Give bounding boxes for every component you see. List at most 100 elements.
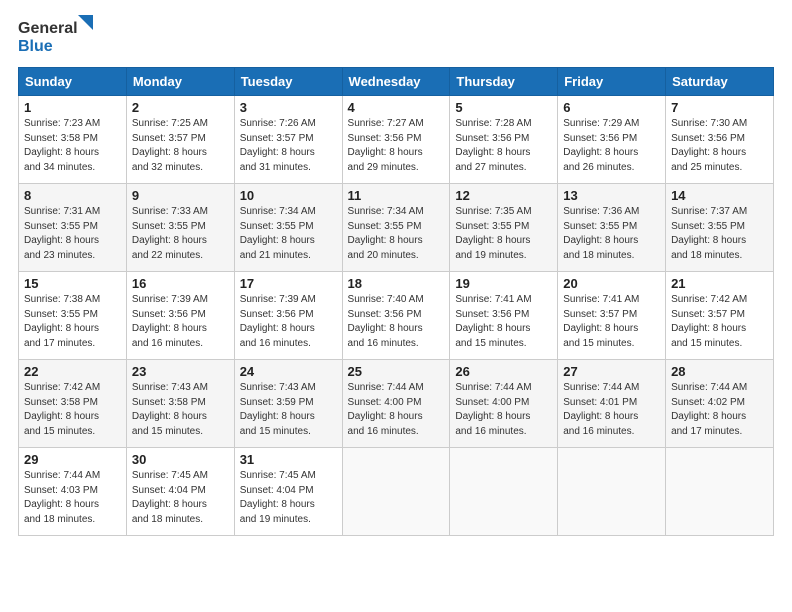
- day-number: 12: [455, 188, 552, 203]
- day-info: Sunrise: 7:39 AMSunset: 3:56 PMDaylight:…: [132, 293, 229, 351]
- day-info: Sunrise: 7:35 AMSunset: 3:55 PMDaylight:…: [455, 205, 552, 263]
- day-info: Sunrise: 7:45 AMSunset: 4:04 PMDaylight:…: [240, 469, 337, 527]
- sunrise-text: Sunrise: 7:41 AM: [563, 294, 639, 305]
- sunrise-text: Sunrise: 7:39 AM: [132, 294, 208, 305]
- sunset-text: Sunset: 3:56 PM: [455, 309, 529, 320]
- day-info: Sunrise: 7:44 AMSunset: 4:00 PMDaylight:…: [455, 381, 552, 439]
- sunrise-text: Sunrise: 7:31 AM: [24, 206, 100, 217]
- col-header-friday: Friday: [558, 68, 666, 96]
- day-cell-17: 17Sunrise: 7:39 AMSunset: 3:56 PMDayligh…: [234, 272, 342, 360]
- day-cell-20: 20Sunrise: 7:41 AMSunset: 3:57 PMDayligh…: [558, 272, 666, 360]
- sunrise-text: Sunrise: 7:38 AM: [24, 294, 100, 305]
- daylight-label: Daylight: 8 hours: [348, 147, 423, 158]
- day-number: 5: [455, 100, 552, 115]
- week-row-0: 1Sunrise: 7:23 AMSunset: 3:58 PMDaylight…: [19, 96, 774, 184]
- week-row-4: 29Sunrise: 7:44 AMSunset: 4:03 PMDayligh…: [19, 448, 774, 536]
- sunrise-text: Sunrise: 7:35 AM: [455, 206, 531, 217]
- day-number: 31: [240, 452, 337, 467]
- daylight-value: and 15 minutes.: [132, 426, 203, 437]
- day-info: Sunrise: 7:28 AMSunset: 3:56 PMDaylight:…: [455, 117, 552, 175]
- daylight-label: Daylight: 8 hours: [671, 147, 746, 158]
- daylight-label: Daylight: 8 hours: [455, 323, 530, 334]
- day-info: Sunrise: 7:41 AMSunset: 3:57 PMDaylight:…: [563, 293, 660, 351]
- day-info: Sunrise: 7:27 AMSunset: 3:56 PMDaylight:…: [348, 117, 445, 175]
- daylight-label: Daylight: 8 hours: [24, 411, 99, 422]
- daylight-label: Daylight: 8 hours: [348, 323, 423, 334]
- daylight-value: and 15 minutes.: [563, 338, 634, 349]
- sunset-text: Sunset: 3:57 PM: [563, 309, 637, 320]
- sunset-text: Sunset: 3:55 PM: [348, 221, 422, 232]
- sunrise-text: Sunrise: 7:29 AM: [563, 118, 639, 129]
- empty-cell: [666, 448, 774, 536]
- daylight-label: Daylight: 8 hours: [24, 499, 99, 510]
- sunset-text: Sunset: 4:04 PM: [240, 485, 314, 496]
- day-number: 25: [348, 364, 445, 379]
- day-number: 24: [240, 364, 337, 379]
- day-info: Sunrise: 7:43 AMSunset: 3:59 PMDaylight:…: [240, 381, 337, 439]
- daylight-value: and 15 minutes.: [24, 426, 95, 437]
- day-number: 19: [455, 276, 552, 291]
- daylight-value: and 27 minutes.: [455, 162, 526, 173]
- sunset-text: Sunset: 3:55 PM: [563, 221, 637, 232]
- day-number: 26: [455, 364, 552, 379]
- logo: GeneralBlue: [18, 15, 96, 57]
- daylight-label: Daylight: 8 hours: [348, 235, 423, 246]
- day-info: Sunrise: 7:45 AMSunset: 4:04 PMDaylight:…: [132, 469, 229, 527]
- sunset-text: Sunset: 3:55 PM: [132, 221, 206, 232]
- day-cell-21: 21Sunrise: 7:42 AMSunset: 3:57 PMDayligh…: [666, 272, 774, 360]
- sunrise-text: Sunrise: 7:44 AM: [563, 382, 639, 393]
- daylight-label: Daylight: 8 hours: [24, 323, 99, 334]
- daylight-label: Daylight: 8 hours: [563, 411, 638, 422]
- daylight-value: and 18 minutes.: [671, 250, 742, 261]
- daylight-value: and 16 minutes.: [348, 338, 419, 349]
- day-cell-14: 14 Sunrise: 7:37 AMSunset: 3:55 PMDayligh…: [666, 184, 774, 272]
- daylight-value: and 16 minutes.: [240, 338, 311, 349]
- empty-cell: [342, 448, 450, 536]
- daylight-value: and 31 minutes.: [240, 162, 311, 173]
- sunset-text: Sunset: 3:58 PM: [24, 397, 98, 408]
- sunrise-text: Sunrise: 7:23 AM: [24, 118, 100, 129]
- sunset-text: Sunset: 3:59 PM: [240, 397, 314, 408]
- day-cell-26: 26 Sunrise: 7:44 AMSunset: 4:00 PMDayligh…: [450, 360, 558, 448]
- day-cell-12: 12Sunrise: 7:35 AMSunset: 3:55 PMDayligh…: [450, 184, 558, 272]
- day-number: 18: [348, 276, 445, 291]
- sunrise-text: Sunrise: 7:44 AM: [348, 382, 424, 393]
- sunset-text: Sunset: 3:55 PM: [240, 221, 314, 232]
- daylight-value: and 20 minutes.: [348, 250, 419, 261]
- day-number: 16: [132, 276, 229, 291]
- day-info: Sunrise: 7:30 AMSunset: 3:56 PMDaylight:…: [671, 117, 768, 175]
- day-cell-25: 25Sunrise: 7:44 AMSunset: 4:00 PMDayligh…: [342, 360, 450, 448]
- day-number: 27: [563, 364, 660, 379]
- daylight-label: Daylight: 8 hours: [240, 235, 315, 246]
- sunset-text: Sunset: 3:56 PM: [132, 309, 206, 320]
- day-cell-27: 27 Sunrise: 7:44 AMSunset: 4:01 PMDayligh…: [558, 360, 666, 448]
- day-number: 20: [563, 276, 660, 291]
- day-info: Sunrise: 7:44 AMSunset: 4:01 PMDaylight:…: [563, 381, 660, 439]
- col-header-tuesday: Tuesday: [234, 68, 342, 96]
- sunrise-text: Sunrise: 7:44 AM: [455, 382, 531, 393]
- daylight-value: and 17 minutes.: [671, 426, 742, 437]
- day-cell-16: 16Sunrise: 7:39 AMSunset: 3:56 PMDayligh…: [126, 272, 234, 360]
- day-cell-29: 29Sunrise: 7:44 AMSunset: 4:03 PMDayligh…: [19, 448, 127, 536]
- day-cell-23: 23Sunrise: 7:43 AMSunset: 3:58 PMDayligh…: [126, 360, 234, 448]
- day-number: 7: [671, 100, 768, 115]
- daylight-value: and 15 minutes.: [240, 426, 311, 437]
- sunset-text: Sunset: 3:55 PM: [455, 221, 529, 232]
- sunrise-text: Sunrise: 7:37 AM: [671, 206, 747, 217]
- daylight-value: and 29 minutes.: [348, 162, 419, 173]
- daylight-value: and 32 minutes.: [132, 162, 203, 173]
- sunrise-text: Sunrise: 7:45 AM: [132, 470, 208, 481]
- daylight-value: and 25 minutes.: [671, 162, 742, 173]
- day-cell-15: 15Sunrise: 7:38 AMSunset: 3:55 PMDayligh…: [19, 272, 127, 360]
- daylight-label: Daylight: 8 hours: [240, 499, 315, 510]
- day-number: 14: [671, 188, 768, 203]
- day-number: 10: [240, 188, 337, 203]
- sunrise-text: Sunrise: 7:39 AM: [240, 294, 316, 305]
- day-info: Sunrise: 7:43 AMSunset: 3:58 PMDaylight:…: [132, 381, 229, 439]
- week-row-2: 15Sunrise: 7:38 AMSunset: 3:55 PMDayligh…: [19, 272, 774, 360]
- day-info: Sunrise: 7:37 AMSunset: 3:55 PMDaylight:…: [671, 205, 768, 263]
- day-info: Sunrise: 7:38 AM Sunset: 3:55 PM Daylight:…: [24, 293, 121, 351]
- sunset-text: Sunset: 3:55 PM: [24, 309, 98, 320]
- day-number: 6: [563, 100, 660, 115]
- day-info: Sunrise: 7:42 AMSunset: 3:58 PMDaylight:…: [24, 381, 121, 439]
